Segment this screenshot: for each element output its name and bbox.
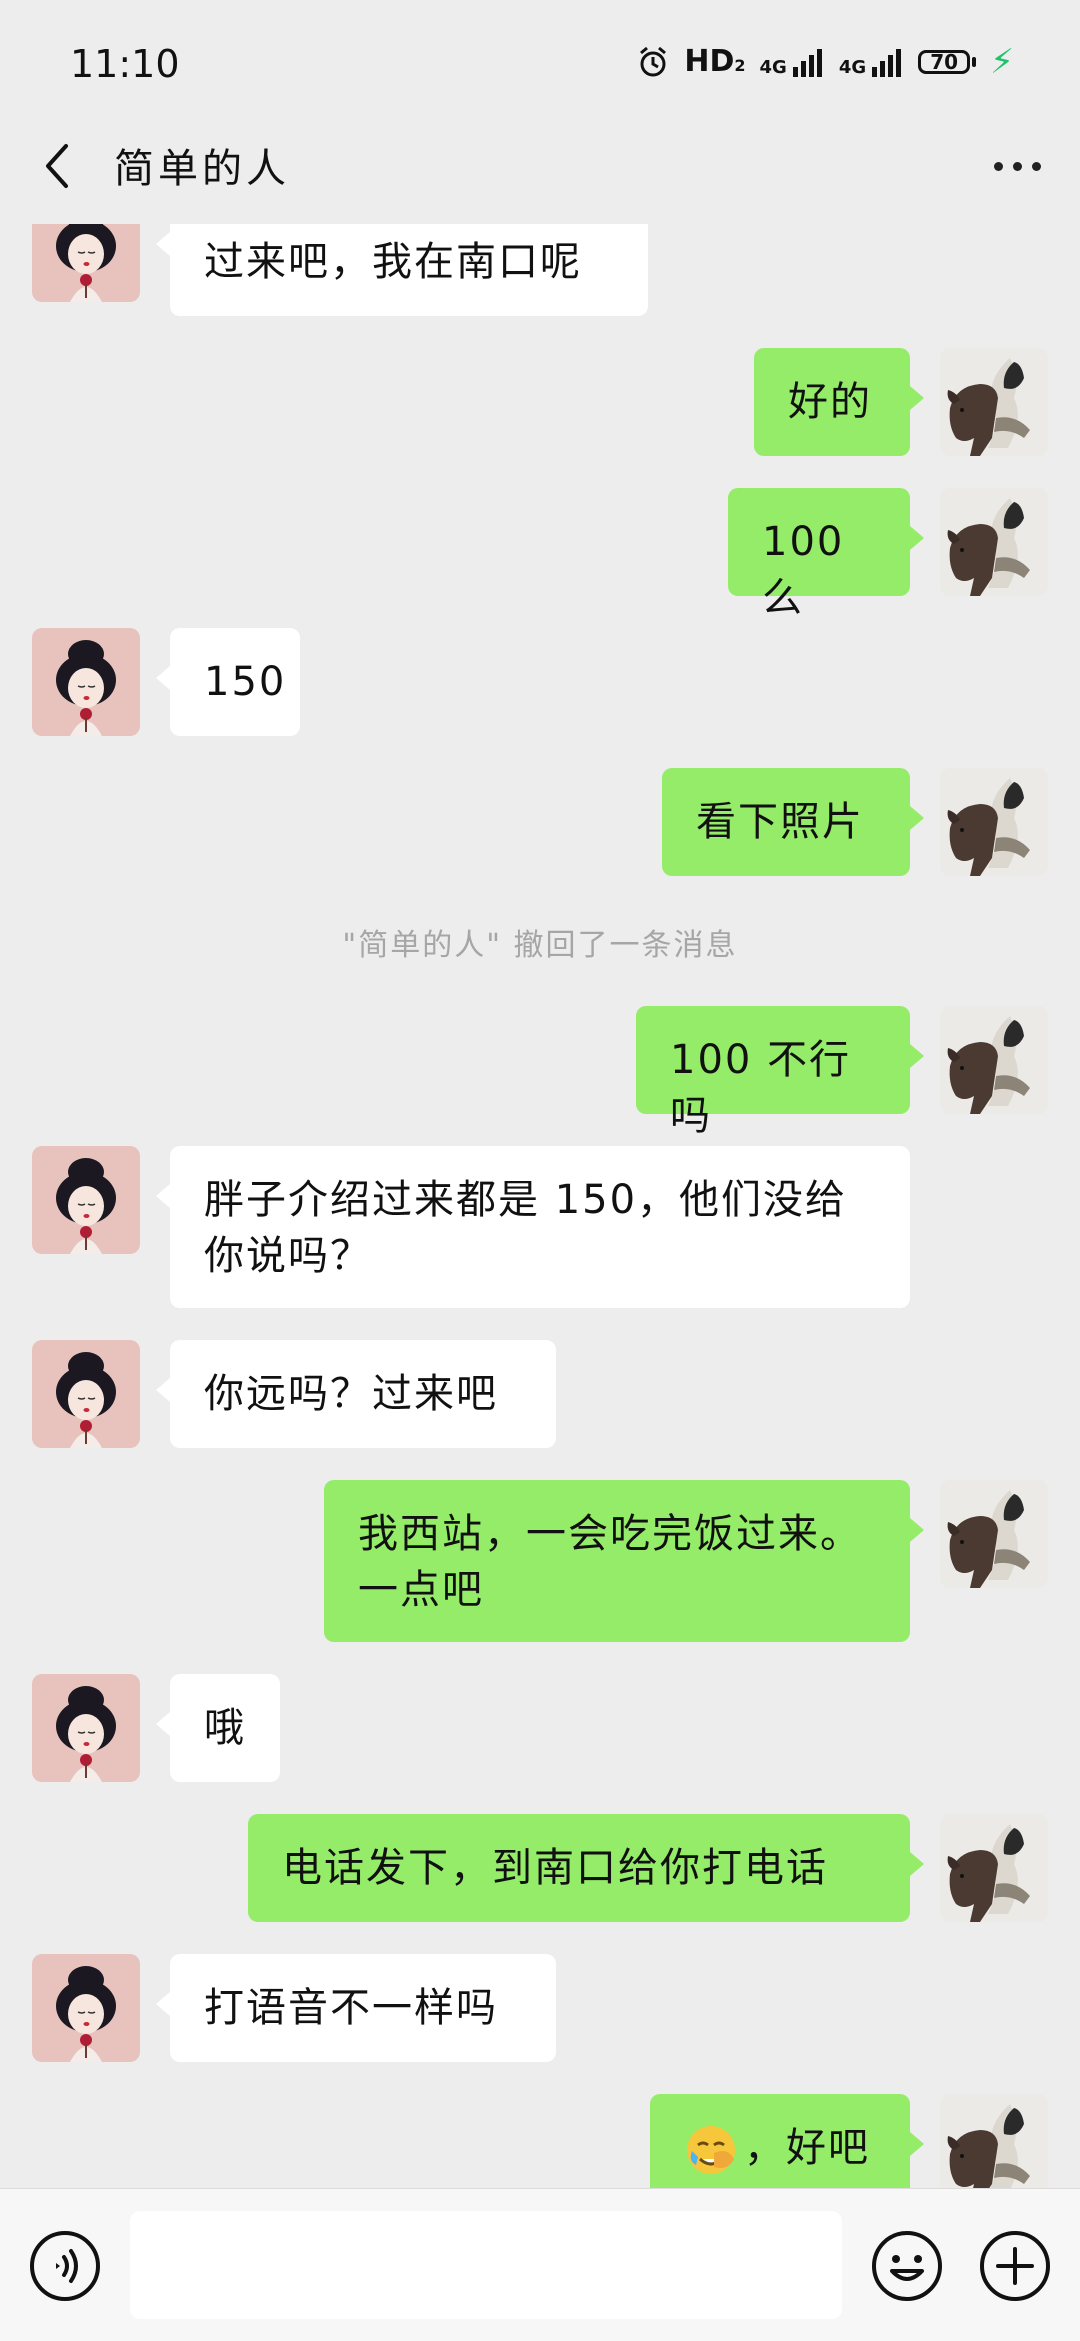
message-line: 我西站，一会吃完饭过来。 <box>358 1511 862 1557</box>
message-bubble-out[interactable]: ，好吧 <box>650 2094 924 2188</box>
message-line: 你说吗？ <box>204 1233 372 1279</box>
chat-title: 简单的人 <box>114 146 290 192</box>
emoji-face-icon <box>872 2231 942 2301</box>
chat-header: 简单的人 <box>0 110 1080 220</box>
contact-avatar[interactable] <box>32 224 140 302</box>
alarm-icon <box>636 45 670 79</box>
charge-icon: ⚡ <box>990 41 1014 82</box>
network-type-2: 4G <box>838 56 867 78</box>
facepalm-crying-emoji <box>684 2123 738 2177</box>
message-bubble-out[interactable]: 电话发下，到南口给你打电话 <box>248 1814 924 1922</box>
self-avatar[interactable] <box>940 1814 1048 1922</box>
more-dots-icon <box>993 161 1003 171</box>
emoji-button[interactable] <box>870 2229 944 2303</box>
more-functions-button[interactable] <box>978 2229 1052 2303</box>
contact-avatar[interactable] <box>32 1954 140 2062</box>
message-line: 一点吧 <box>358 1567 484 1613</box>
message-bubble-in[interactable]: 你远吗？过来吧 <box>156 1340 556 1448</box>
voice-button[interactable] <box>28 2229 102 2303</box>
self-avatar[interactable] <box>940 488 1048 596</box>
message-bubble-in[interactable]: 过来吧，我在南口呢 <box>156 224 648 316</box>
recall-notice: "简单的人" 撤回了一条消息 <box>342 928 738 963</box>
contact-avatar[interactable] <box>32 1340 140 1448</box>
message-bubble-out[interactable]: 100 么 <box>728 488 924 621</box>
contact-avatar[interactable] <box>32 1146 140 1254</box>
hd-label: HD2 <box>684 44 746 79</box>
message-list[interactable]: 过来吧，我在南口呢 好的 100 么 150 看下照片 "简单的人" 撤回了一条… <box>0 224 1080 2188</box>
voice-icon <box>30 2231 100 2301</box>
message-input[interactable] <box>130 2211 842 2319</box>
message-bubble-out[interactable]: 看下照片 <box>662 768 924 876</box>
message-bubble-in[interactable]: 150 <box>156 628 300 736</box>
signal-icon-1: 4G <box>760 47 825 77</box>
self-avatar[interactable] <box>940 1480 1048 1588</box>
input-bar <box>0 2188 1080 2341</box>
message-bubble-in[interactable]: 胖子介绍过来都是 150，他们没给 你说吗？ <box>156 1146 910 1308</box>
message-text: ，好吧 <box>744 2125 870 2171</box>
self-avatar[interactable] <box>940 2094 1048 2188</box>
status-time: 11:10 <box>70 42 180 86</box>
message-bubble-in[interactable]: 哦 <box>156 1674 280 1782</box>
back-button[interactable] <box>30 136 90 196</box>
self-avatar[interactable] <box>940 1006 1048 1114</box>
message-bubble-out[interactable]: 我西站，一会吃完饭过来。 一点吧 <box>324 1480 924 1642</box>
self-avatar[interactable] <box>940 768 1048 876</box>
self-avatar[interactable] <box>940 348 1048 456</box>
network-type-1: 4G <box>759 56 787 78</box>
contact-avatar[interactable] <box>32 1674 140 1782</box>
status-icons: HD2 4G 4G 70 ⚡ <box>636 44 1014 79</box>
battery-icon: 70 <box>918 49 977 74</box>
message-bubble-out[interactable]: 100 不行吗 <box>636 1006 924 1139</box>
plus-icon <box>980 2231 1050 2301</box>
message-bubble-out[interactable]: 好的 <box>754 348 924 456</box>
signal-icon-2: 4G <box>839 47 904 77</box>
contact-avatar[interactable] <box>32 628 140 736</box>
message-line: 胖子介绍过来都是 150，他们没给 <box>204 1177 848 1223</box>
more-button[interactable] <box>984 136 1050 196</box>
chevron-left-icon <box>46 144 68 188</box>
message-bubble-in[interactable]: 打语音不一样吗 <box>156 1954 556 2062</box>
battery-level: 70 <box>930 49 959 74</box>
